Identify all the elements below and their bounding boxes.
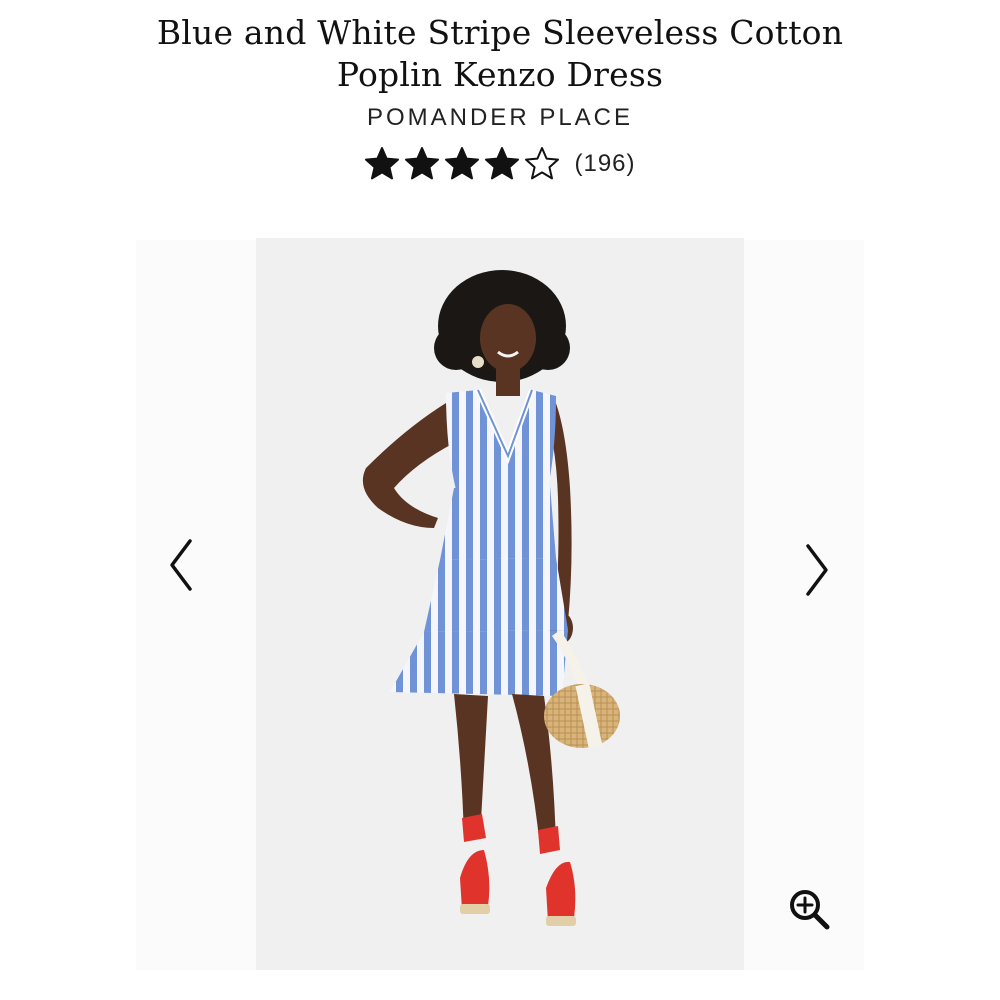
star-rating xyxy=(364,146,560,182)
review-count[interactable]: (196) xyxy=(574,150,635,178)
product-title: Blue and White Stripe Sleeveless Cotton … xyxy=(156,13,844,94)
product-image[interactable] xyxy=(256,238,744,970)
model-photo xyxy=(256,238,744,970)
next-image-button[interactable] xyxy=(798,540,838,600)
star-filled-icon xyxy=(405,147,440,180)
zoom-button[interactable] xyxy=(786,886,832,932)
star-filled-icon xyxy=(445,147,480,180)
rating-summary[interactable]: (196) xyxy=(0,146,1000,182)
product-header: Blue and White Stripe Sleeveless Cotton … xyxy=(0,12,1000,182)
chevron-left-icon xyxy=(170,539,192,591)
star-empty-icon xyxy=(525,147,560,180)
star-filled-icon xyxy=(365,147,400,180)
brand-name[interactable]: POMANDER PLACE xyxy=(0,104,1000,132)
zoom-in-icon xyxy=(790,890,830,930)
chevron-right-icon xyxy=(806,544,828,596)
previous-image-button[interactable] xyxy=(160,535,200,595)
star-filled-icon xyxy=(485,147,520,180)
